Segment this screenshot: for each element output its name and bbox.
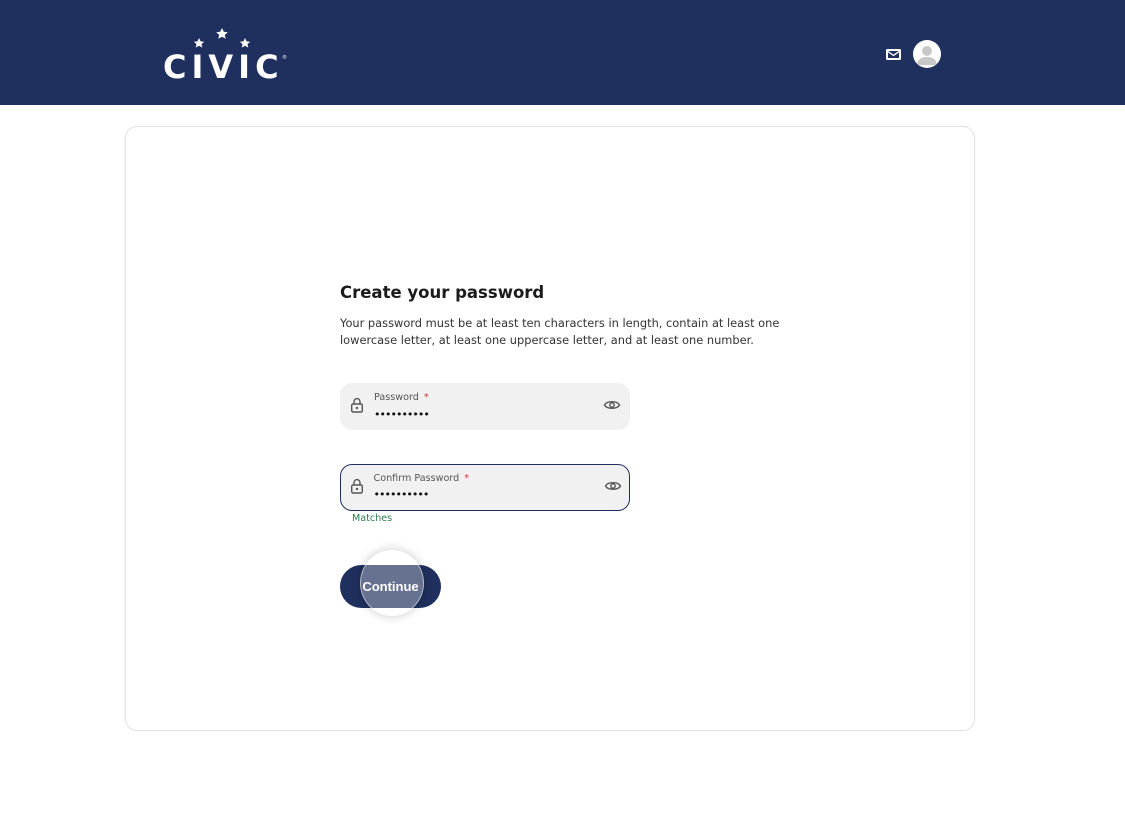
password-match-status: Matches bbox=[352, 513, 393, 524]
required-asterisk: * bbox=[464, 472, 469, 484]
password-label: Password * bbox=[374, 392, 429, 403]
continue-label: Continue bbox=[362, 579, 419, 594]
required-asterisk: * bbox=[423, 392, 429, 403]
eye-icon[interactable] bbox=[603, 398, 621, 412]
confirm-password-input[interactable] bbox=[373, 486, 574, 503]
confirm-password-field[interactable]: Confirm Password * bbox=[340, 464, 630, 511]
password-field[interactable]: Password * bbox=[340, 383, 630, 430]
mail-icon bbox=[885, 48, 901, 60]
top-header: CIVIC ® bbox=[0, 0, 1125, 105]
civic-logo-text: CIVIC bbox=[163, 48, 284, 82]
mail-button[interactable] bbox=[883, 45, 903, 63]
password-requirements-text: Your password must be at least ten chara… bbox=[340, 316, 780, 347]
page-title: Create your password bbox=[340, 283, 545, 302]
civic-logo-graphic: CIVIC ® bbox=[163, 28, 287, 82]
svg-text:®: ® bbox=[282, 54, 287, 61]
password-input[interactable] bbox=[374, 406, 574, 422]
user-avatar-button[interactable] bbox=[913, 40, 941, 68]
lock-icon bbox=[350, 478, 363, 494]
lock-icon bbox=[351, 397, 364, 413]
civic-logo[interactable]: CIVIC ® bbox=[163, 28, 289, 82]
eye-icon[interactable] bbox=[604, 479, 622, 493]
continue-button[interactable]: Continue bbox=[340, 550, 441, 616]
user-avatar-icon bbox=[917, 46, 937, 65]
confirm-password-label: Confirm Password * bbox=[373, 472, 469, 484]
